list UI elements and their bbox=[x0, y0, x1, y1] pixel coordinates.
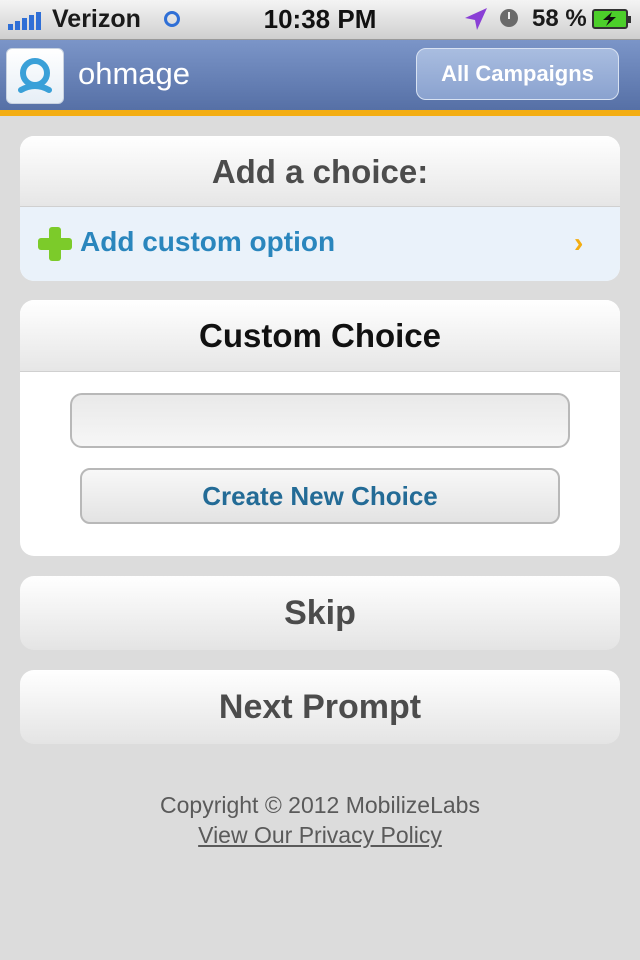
add-custom-option-label: Add custom option bbox=[80, 226, 336, 257]
app-title: ohmage bbox=[78, 56, 191, 91]
custom-choice-card: Custom Choice Create New Choice bbox=[20, 300, 620, 556]
all-campaigns-button[interactable]: All Campaigns bbox=[416, 48, 619, 100]
nav-accent-stripe bbox=[0, 110, 640, 116]
plus-icon bbox=[38, 227, 72, 261]
next-prompt-button[interactable]: Next Prompt bbox=[20, 670, 620, 744]
copyright-text: Copyright © 2012 MobilizeLabs bbox=[160, 792, 480, 818]
custom-choice-input[interactable] bbox=[70, 393, 570, 448]
skip-button[interactable]: Skip bbox=[20, 576, 620, 650]
battery-percent: 58 % bbox=[532, 5, 587, 32]
custom-choice-header: Custom Choice bbox=[20, 300, 620, 372]
create-new-choice-button[interactable]: Create New Choice bbox=[80, 468, 560, 524]
battery-charging-icon bbox=[592, 9, 631, 29]
location-icon bbox=[465, 8, 487, 30]
add-choice-card: Add a choice: Add custom option › bbox=[20, 136, 620, 281]
privacy-policy-link[interactable]: View Our Privacy Policy bbox=[198, 822, 442, 848]
status-bar: Verizon 10:38 PM 58 % bbox=[0, 0, 640, 40]
activity-icon bbox=[164, 11, 180, 27]
privacy-policy-row: View Our Privacy Policy bbox=[0, 822, 640, 849]
signal-icon bbox=[8, 10, 46, 30]
add-custom-option-row[interactable]: Add custom option › bbox=[20, 207, 620, 281]
chevron-right-icon: › bbox=[574, 227, 584, 258]
carrier-label: Verizon bbox=[52, 5, 141, 33]
add-choice-header: Add a choice: bbox=[20, 136, 620, 207]
ohmage-logo-icon[interactable] bbox=[6, 48, 64, 104]
alarm-clock-icon bbox=[500, 9, 518, 27]
